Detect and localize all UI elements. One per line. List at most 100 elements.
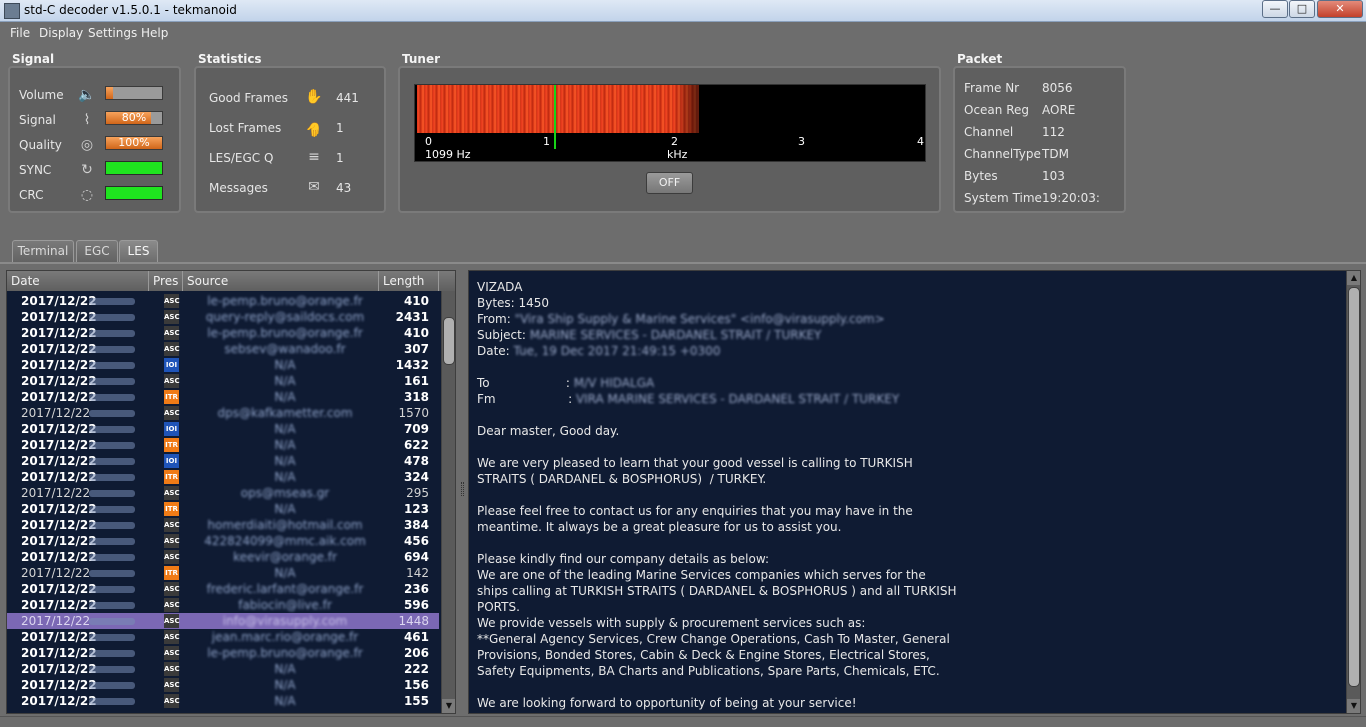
waterfall-signal (417, 85, 699, 133)
row-date: 2017/12/22 (21, 518, 97, 532)
speaker-icon: 🔈 (78, 87, 96, 103)
message-scroll-up-arrow[interactable]: ▲ (1347, 271, 1360, 285)
row-source: 422824099@mmc.aik.com (204, 534, 366, 548)
column-pres[interactable]: Pres (149, 271, 183, 291)
table-row[interactable]: 2017/12/22 ASC N/A 222 (7, 661, 439, 677)
message-scroll-down-arrow[interactable]: ▼ (1347, 699, 1360, 713)
splitter-grip[interactable] (461, 482, 464, 496)
row-date: 2017/12/22 (21, 406, 91, 420)
presentation-ioi-icon: IOI (164, 422, 179, 436)
table-row[interactable]: 2017/12/22 ASC ops@mseas.gr 295 (7, 485, 439, 501)
table-row[interactable]: 2017/12/22 ITR N/A 622 (7, 437, 439, 453)
message-scroll-thumb[interactable] (1348, 287, 1360, 687)
tuner-off-button[interactable]: OFF (646, 172, 693, 194)
sync-meter (105, 161, 163, 175)
row-time-redacted (89, 506, 135, 513)
message-text: Please feel free to contact us for any e… (477, 504, 913, 518)
table-row[interactable]: 2017/12/22 IOI N/A 1432 (7, 357, 439, 373)
row-date: 2017/12/22 (21, 630, 97, 644)
table-row[interactable]: 2017/12/22 ASC le-pemp.bruno@orange.fr 410 (7, 325, 439, 341)
table-scroll-down-arrow[interactable]: ▼ (442, 699, 455, 713)
table-scrollbar[interactable]: ▼ (441, 291, 455, 713)
row-length: 478 (403, 454, 429, 468)
presentation-asc-icon: ASC (164, 486, 180, 500)
table-row[interactable]: 2017/12/22 ASC keevir@orange.fr 694 (7, 549, 439, 565)
tab-egc[interactable]: EGC (76, 240, 118, 262)
menu-settings[interactable]: Settings (88, 26, 137, 40)
message-redacted-text: M/V HIDALGA (573, 376, 655, 390)
pane-splitter[interactable] (459, 270, 467, 714)
table-row[interactable]: 2017/12/22 ASC jean.marc.rio@orange.fr 461 (7, 629, 439, 645)
row-time-redacted (89, 570, 135, 577)
table-row[interactable]: 2017/12/22 ASC 422824099@mmc.aik.com 456 (7, 533, 439, 549)
table-row[interactable]: 2017/12/22 ITR N/A 318 (7, 389, 439, 405)
message-line: Bytes: 1450 (477, 296, 549, 310)
table-row[interactable]: 2017/12/22 ASC query-reply@saildocs.com 243… (7, 309, 439, 325)
table-row[interactable]: 2017/12/22 IOI N/A 478 (7, 453, 439, 469)
row-length: 596 (403, 598, 429, 612)
close-button[interactable]: ✕ (1317, 0, 1363, 18)
message-line: Date: Tue, 19 Dec 2017 21:49:15 +0300 (477, 344, 720, 358)
table-row[interactable]: 2017/12/22 ASC homerdiaiti@hotmail.com 384 (7, 517, 439, 533)
row-time-redacted (89, 698, 135, 705)
spectrum-waterfall[interactable]: 0 1 2 3 4 1099 Hz kHz (414, 84, 926, 162)
table-row[interactable]: 2017/12/22 ASC dps@kafkametter.com 1570 (7, 405, 439, 421)
row-date: 2017/12/22 (21, 646, 97, 660)
table-row[interactable]: 2017/12/22 ASC sebsev@wanadoo.fr 307 (7, 341, 439, 357)
row-time-redacted (89, 346, 135, 353)
table-row[interactable]: 2017/12/22 ITR N/A 123 (7, 501, 439, 517)
row-length: 236 (403, 582, 429, 596)
statistics-title: Statistics (198, 52, 262, 66)
presentation-asc-icon: ASC (164, 518, 180, 532)
table-row[interactable]: 2017/12/22 ASC fabiocin@live.fr 596 (7, 597, 439, 613)
row-date: 2017/12/22 (21, 614, 91, 628)
column-date[interactable]: Date (7, 271, 149, 291)
message-line: **General Agency Services, Crew Change O… (477, 632, 950, 646)
signal-meter: 80% (105, 111, 163, 125)
table-row[interactable]: 2017/12/22 ASC frederic.larfant@orange.fr 2… (7, 581, 439, 597)
menu-display[interactable]: Display (39, 26, 83, 40)
menu-help[interactable]: Help (141, 26, 168, 40)
row-time-redacted (89, 666, 135, 673)
maximize-button[interactable]: □ (1289, 0, 1315, 18)
row-time-redacted (89, 362, 135, 369)
message-line: VIZADA (477, 280, 522, 294)
row-length: 694 (403, 550, 429, 564)
statistic-label: LES/EGC Q (209, 151, 274, 165)
table-body: 2017/12/22 ASC le-pemp.bruno@orange.fr 410 2… (7, 293, 439, 709)
table-row[interactable]: 2017/12/22 ASC info@virasupply.com 1448 (7, 613, 439, 629)
table-row[interactable]: 2017/12/22 ASC N/A 155 (7, 693, 439, 709)
tab-les[interactable]: LES (119, 240, 158, 262)
message-redacted-text: VIRA MARINE SERVICES - DARDANEL STRAIT /… (575, 392, 900, 406)
table-row[interactable]: 2017/12/22 ASC N/A 161 (7, 373, 439, 389)
volume-meter[interactable] (105, 86, 163, 100)
row-length: 318 (403, 390, 429, 404)
signal-title: Signal (12, 52, 55, 66)
message-scrollbar[interactable]: ▲ ▼ (1346, 271, 1360, 713)
frequency-marker[interactable] (554, 85, 556, 149)
message-view[interactable]: VIZADA Bytes: 1450 From: "Vira Ship Supply… (468, 270, 1361, 714)
fingerprint-icon: ◌ (80, 187, 94, 203)
table-row[interactable]: 2017/12/22 ASC le-pemp.bruno@orange.fr 206 (7, 645, 439, 661)
packet-field-value: 103 (1042, 169, 1065, 183)
table-row[interactable]: 2017/12/22 ASC N/A 156 (7, 677, 439, 693)
table-scroll-thumb[interactable] (443, 317, 455, 365)
table-row[interactable]: 2017/12/22 IOI N/A 709 (7, 421, 439, 437)
column-length[interactable]: Length (379, 271, 439, 291)
message-table[interactable]: Date Pres Source Length 2017/12/22 ASC le-… (6, 270, 456, 714)
table-row[interactable]: 2017/12/22 ITR N/A 142 (7, 565, 439, 581)
packet-field-label: System Time (964, 191, 1042, 205)
tab-terminal[interactable]: Terminal (12, 240, 74, 262)
message-text: STRAITS ( DARDANEL & BOSPHORUS) / TURKEY… (477, 472, 767, 486)
meter-fill (106, 87, 113, 99)
column-source[interactable]: Source (183, 271, 379, 291)
menu-file[interactable]: File (10, 26, 30, 40)
minimize-button[interactable]: — (1262, 0, 1288, 18)
row-length: 456 (403, 534, 429, 548)
table-row[interactable]: 2017/12/22 ASC le-pemp.bruno@orange.fr 410 (7, 293, 439, 309)
table-row[interactable]: 2017/12/22 ITR N/A 324 (7, 469, 439, 485)
message-text: **General Agency Services, Crew Change O… (477, 632, 950, 646)
status-bar (0, 716, 1366, 727)
row-date: 2017/12/22 (21, 486, 91, 500)
row-source: N/A (274, 470, 296, 484)
